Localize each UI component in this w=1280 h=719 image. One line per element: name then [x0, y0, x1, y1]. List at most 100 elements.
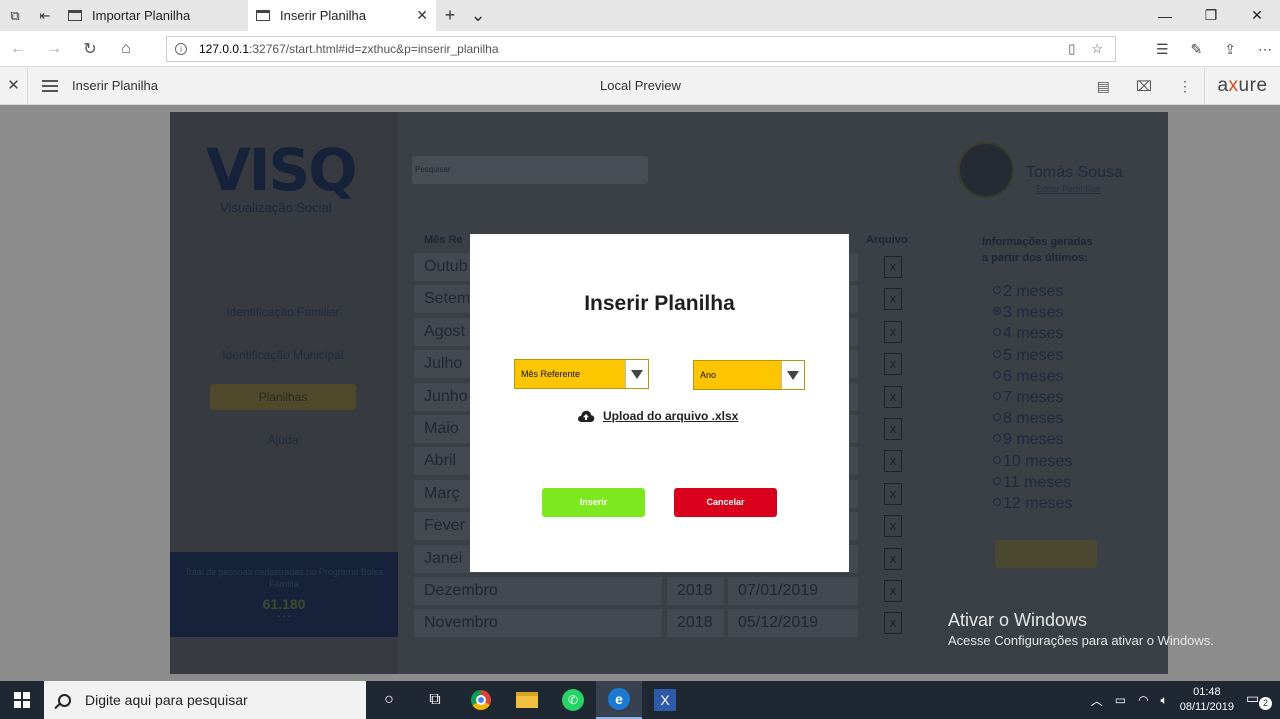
period-radio-option[interactable]: 7 meses	[993, 389, 1063, 407]
month-select-value: Mês Referente	[521, 369, 581, 379]
period-radio-option[interactable]: 4 meses	[993, 325, 1063, 343]
period-radio-option[interactable]: 3 meses	[993, 304, 1063, 322]
forward-icon[interactable]: →	[36, 40, 72, 58]
file-explorer-app[interactable]	[504, 681, 550, 719]
site-info-icon[interactable]: i	[175, 43, 187, 55]
period-radio-option[interactable]: 6 meses	[993, 368, 1063, 386]
apply-button[interactable]	[995, 540, 1097, 568]
excel-file-icon[interactable]: x	[884, 418, 902, 440]
upload-link[interactable]: Upload do arquivo .xlsx	[577, 409, 738, 423]
period-radio-option[interactable]: 8 meses	[993, 410, 1063, 428]
inspect-icon[interactable]: ⌧	[1136, 78, 1152, 95]
excel-file-icon[interactable]: x	[884, 515, 902, 538]
current-page-name[interactable]: Inserir Planilha	[72, 78, 158, 93]
tab-importar-planilha[interactable]: Importar Planilha	[60, 0, 248, 31]
period-radio-option[interactable]: 9 meses	[993, 431, 1063, 449]
period-radio-label: 9 meses	[1003, 431, 1064, 449]
reading-view-icon[interactable]: ▯	[1068, 41, 1075, 57]
whatsapp-app[interactable]: ✆	[550, 681, 596, 719]
restore-icon[interactable]: ❐	[1188, 0, 1234, 31]
hamburger-menu-icon[interactable]	[42, 79, 58, 92]
insert-button[interactable]: Inserir	[542, 488, 645, 517]
task-view-icon[interactable]: ⧉	[412, 681, 458, 719]
upload-label: Upload do arquivo .xlsx	[603, 409, 739, 423]
folder-icon	[516, 692, 538, 708]
search-input[interactable]: Pesquisar	[412, 156, 648, 184]
logo-subtitle: Visualização Social	[220, 200, 332, 215]
notes-pen-icon[interactable]: ✎	[1191, 41, 1203, 58]
excel-file-icon[interactable]: x	[884, 612, 902, 635]
refresh-icon[interactable]: ↻	[72, 39, 108, 59]
whatsapp-icon: ✆	[562, 689, 584, 711]
period-radio-option[interactable]: 11 meses	[993, 474, 1071, 492]
column-header-file: Arquivo	[866, 234, 908, 246]
chevron-up-icon[interactable]: ︿	[1091, 692, 1103, 709]
dropdown-arrow-icon[interactable]	[781, 361, 804, 389]
taskbar-search-input[interactable]: Digite aqui para pesquisar	[44, 681, 366, 719]
favorites-list-icon[interactable]: ☰	[1156, 41, 1169, 58]
notes-icon[interactable]: ▤	[1097, 78, 1110, 95]
share-icon[interactable]: ⇪	[1224, 41, 1236, 58]
cancel-button[interactable]: Cancelar	[674, 488, 777, 517]
favorite-star-icon[interactable]: ☆	[1091, 41, 1103, 57]
excel-file-icon[interactable]: x	[884, 450, 902, 473]
period-radio-option[interactable]: 10 meses	[993, 453, 1072, 471]
axure-logo: a x ure	[1204, 67, 1280, 105]
more-options-icon[interactable]: ⋮	[1178, 78, 1192, 95]
period-radio-option[interactable]: 2 meses	[993, 283, 1063, 301]
excel-file-icon[interactable]: x	[884, 547, 902, 570]
carousel-dots: • • •	[277, 612, 291, 621]
wifi-icon[interactable]: ◠	[1138, 693, 1148, 707]
sidebar-item-ajuda[interactable]: Ajuda	[210, 433, 356, 447]
period-radio-label: 5 meses	[1003, 346, 1064, 364]
system-tray: ︿ ▭ ◠ 🔈︎ 01:48 08/11/2019 ▭ 2	[1085, 681, 1280, 719]
period-radio-option[interactable]: 12 meses	[993, 495, 1072, 513]
tab-manager-icon[interactable]: ⧉	[0, 0, 30, 31]
stat-label: Total de pessoas cadastradas no Programa…	[184, 567, 384, 589]
start-button[interactable]	[0, 681, 44, 719]
home-icon[interactable]: ⌂	[108, 40, 144, 58]
cortana-icon[interactable]: ○	[366, 681, 412, 719]
axure-app[interactable]: X	[642, 681, 688, 719]
set-aside-tabs-icon[interactable]: ⇤	[30, 0, 60, 31]
table-row-month: Dezembro	[414, 577, 662, 605]
tab-inserir-planilha[interactable]: Inserir Planilha ✕	[248, 0, 436, 31]
tab-preview-chevron-icon[interactable]: ⌄	[464, 0, 492, 31]
excel-file-icon[interactable]: x	[884, 482, 902, 505]
radio-unchecked-icon	[993, 370, 1001, 379]
notification-center-icon[interactable]: ▭ 2	[1246, 690, 1272, 710]
user-links[interactable]: Editar Perfil Sair	[1036, 184, 1101, 194]
sidebar-item-identificacao-municipal[interactable]: Identificação Municipal	[210, 348, 356, 362]
excel-file-icon[interactable]: x	[884, 385, 902, 408]
dropdown-arrow-icon[interactable]	[625, 360, 648, 388]
more-menu-icon[interactable]: ⋯	[1258, 41, 1272, 58]
sidebar-item-identificacao-familiar[interactable]: Identificação Familiar	[210, 305, 356, 319]
excel-file-icon[interactable]: x	[884, 353, 902, 376]
period-radio-label: 10 meses	[1003, 452, 1073, 470]
battery-icon[interactable]: ▭	[1115, 693, 1126, 707]
period-radio-option[interactable]: 5 meses	[993, 347, 1063, 365]
edge-app[interactable]: e	[596, 681, 642, 719]
back-icon[interactable]: ←	[0, 40, 36, 58]
chrome-app[interactable]	[458, 681, 504, 719]
close-tab-icon[interactable]: ✕	[416, 7, 428, 24]
volume-icon[interactable]: 🔈︎	[1161, 693, 1168, 708]
close-window-icon[interactable]: ✕	[1234, 0, 1280, 31]
minimize-icon[interactable]: —	[1142, 0, 1188, 31]
radio-unchecked-icon	[993, 392, 1001, 400]
address-bar: ← → ↻ ⌂ i 127.0.0.1:32767/start.html#id=…	[0, 31, 1280, 67]
excel-file-icon[interactable]: x	[884, 320, 902, 343]
period-radio-label: 11 meses	[1003, 473, 1072, 491]
excel-file-icon[interactable]: x	[884, 288, 902, 311]
month-select[interactable]: Mês Referente	[514, 359, 649, 389]
year-select[interactable]: Ano	[693, 360, 805, 390]
excel-file-icon[interactable]: x	[884, 256, 902, 278]
clock[interactable]: 01:48 08/11/2019	[1180, 685, 1234, 715]
url-field[interactable]: i 127.0.0.1:32767/start.html#id=zxthuc&p…	[166, 36, 1116, 62]
new-tab-icon[interactable]: +	[436, 0, 464, 31]
excel-file-icon[interactable]: x	[884, 580, 902, 602]
insert-spreadsheet-modal: Inserir Planilha Mês Referente Ano Uploa…	[470, 234, 849, 572]
avatar	[958, 142, 1014, 198]
close-icon[interactable]: ✕	[0, 66, 28, 105]
sidebar-item-planilhas[interactable]: Planilhas	[210, 384, 356, 410]
